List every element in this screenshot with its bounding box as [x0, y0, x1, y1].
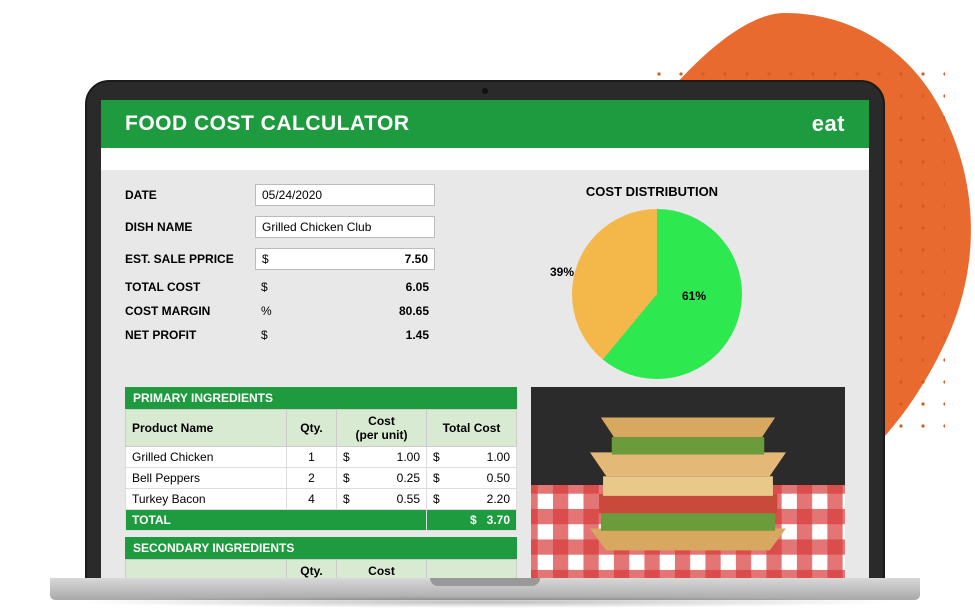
primary-total-val: 3.70 — [487, 513, 510, 527]
laptop-mockup: FOOD COST CALCULATOR eat DATE 05/24/2020… — [50, 80, 920, 613]
app-header: FOOD COST CALCULATOR eat — [101, 100, 869, 148]
pie-chart: 39% 61% — [542, 209, 762, 379]
primary-total-label: TOTAL — [126, 510, 427, 531]
cell-cost: $1.00 — [337, 447, 427, 468]
date-value: 05/24/2020 — [262, 188, 322, 202]
secondary-ingredients-header: SECONDARY INGREDIENTS — [125, 537, 517, 559]
pie-graphic — [572, 209, 742, 379]
price-value: 7.50 — [405, 252, 428, 266]
table-row: Grilled Chicken1$1.00$1.00 — [126, 447, 517, 468]
profit-label: NET PROFIT — [125, 328, 255, 342]
profit-value: 1.45 — [406, 328, 429, 342]
dish-row: DISH NAME Grilled Chicken Club — [125, 216, 445, 238]
margin-unit: % — [261, 304, 272, 318]
date-label: DATE — [125, 188, 255, 202]
price-label: EST. SALE PPRICE — [125, 252, 255, 266]
chart-title: COST DISTRIBUTION — [459, 184, 845, 199]
col-blank-2 — [427, 560, 517, 579]
sandwich-illustration-icon — [531, 387, 845, 578]
cell-qty: 2 — [287, 468, 337, 489]
brand-logo: eat — [812, 111, 845, 137]
laptop-shadow — [70, 596, 900, 608]
total-cost-value: 6.05 — [406, 280, 429, 294]
laptop-screen: FOOD COST CALCULATOR eat DATE 05/24/2020… — [101, 100, 869, 578]
col-qty: Qty. — [287, 560, 337, 579]
total-cost-row: TOTAL COST $ 6.05 — [125, 280, 445, 294]
profit-readout: $ 1.45 — [255, 328, 435, 342]
dish-value: Grilled Chicken Club — [262, 220, 371, 234]
primary-ingredients-header: PRIMARY INGREDIENTS — [125, 387, 517, 409]
cell-cost: $0.55 — [337, 489, 427, 510]
col-product-name: Product Name — [126, 410, 287, 447]
table-row: Turkey Bacon4$0.55$2.20 — [126, 489, 517, 510]
pie-slice-label-1: 61% — [682, 289, 706, 303]
table-header-row: Product Name Qty. Cost (per unit) Total … — [126, 410, 517, 447]
total-cost-readout: $ 6.05 — [255, 280, 435, 294]
page-title: FOOD COST CALCULATOR — [125, 112, 410, 136]
date-input[interactable]: 05/24/2020 — [255, 184, 435, 206]
margin-row: COST MARGIN % 80.65 — [125, 304, 445, 318]
cell-qty: 1 — [287, 447, 337, 468]
cell-name: Bell Peppers — [126, 468, 287, 489]
sale-price-input[interactable]: $ 7.50 — [255, 248, 435, 270]
col-cost: Cost — [337, 560, 427, 579]
profit-row: NET PROFIT $ 1.45 — [125, 328, 445, 342]
dish-photo — [531, 387, 845, 578]
profit-currency: $ — [261, 328, 268, 342]
col-qty: Qty. — [287, 410, 337, 447]
cell-total: $0.50 — [427, 468, 517, 489]
summary-panel: DATE 05/24/2020 DISH NAME Grilled Chicke… — [101, 170, 869, 379]
primary-total-row: TOTAL $ 3.70 — [126, 510, 517, 531]
primary-ingredients-table: Product Name Qty. Cost (per unit) Total … — [125, 409, 517, 531]
table-row: Bell Peppers2$0.25$0.50 — [126, 468, 517, 489]
cell-cost: $0.25 — [337, 468, 427, 489]
margin-label: COST MARGIN — [125, 304, 255, 318]
secondary-ingredients-table: Qty. Cost — [125, 559, 517, 578]
dish-name-input[interactable]: Grilled Chicken Club — [255, 216, 435, 238]
form-fields: DATE 05/24/2020 DISH NAME Grilled Chicke… — [125, 184, 445, 379]
margin-readout: % 80.65 — [255, 304, 435, 318]
cell-name: Grilled Chicken — [126, 447, 287, 468]
col-blank — [126, 560, 287, 579]
total-cost-currency: $ — [261, 280, 268, 294]
cell-total: $1.00 — [427, 447, 517, 468]
webcam-icon — [482, 88, 488, 94]
cell-qty: 4 — [287, 489, 337, 510]
chart-panel: COST DISTRIBUTION 39% 61% — [459, 184, 845, 379]
photo-placeholder — [531, 387, 845, 578]
col-cost-per-unit: Cost (per unit) — [337, 410, 427, 447]
primary-total-value: $ 3.70 — [427, 510, 517, 531]
total-cost-label: TOTAL COST — [125, 280, 255, 294]
pie-slice-label-0: 39% — [550, 265, 574, 279]
cell-total: $2.20 — [427, 489, 517, 510]
price-row: EST. SALE PPRICE $ 7.50 — [125, 248, 445, 270]
dish-label: DISH NAME — [125, 220, 255, 234]
cell-name: Turkey Bacon — [126, 489, 287, 510]
laptop-bezel: FOOD COST CALCULATOR eat DATE 05/24/2020… — [85, 80, 885, 580]
ingredient-tables: PRIMARY INGREDIENTS Product Name Qty. Co… — [125, 387, 517, 578]
stage: FOOD COST CALCULATOR eat DATE 05/24/2020… — [0, 0, 975, 613]
margin-value: 80.65 — [399, 304, 429, 318]
table-header-row: Qty. Cost — [126, 560, 517, 579]
price-currency: $ — [262, 252, 269, 266]
primary-total-sym: $ — [470, 513, 477, 527]
header-divider — [101, 148, 869, 170]
col-total-cost: Total Cost — [427, 410, 517, 447]
date-row: DATE 05/24/2020 — [125, 184, 445, 206]
tables-area: PRIMARY INGREDIENTS Product Name Qty. Co… — [101, 379, 869, 578]
